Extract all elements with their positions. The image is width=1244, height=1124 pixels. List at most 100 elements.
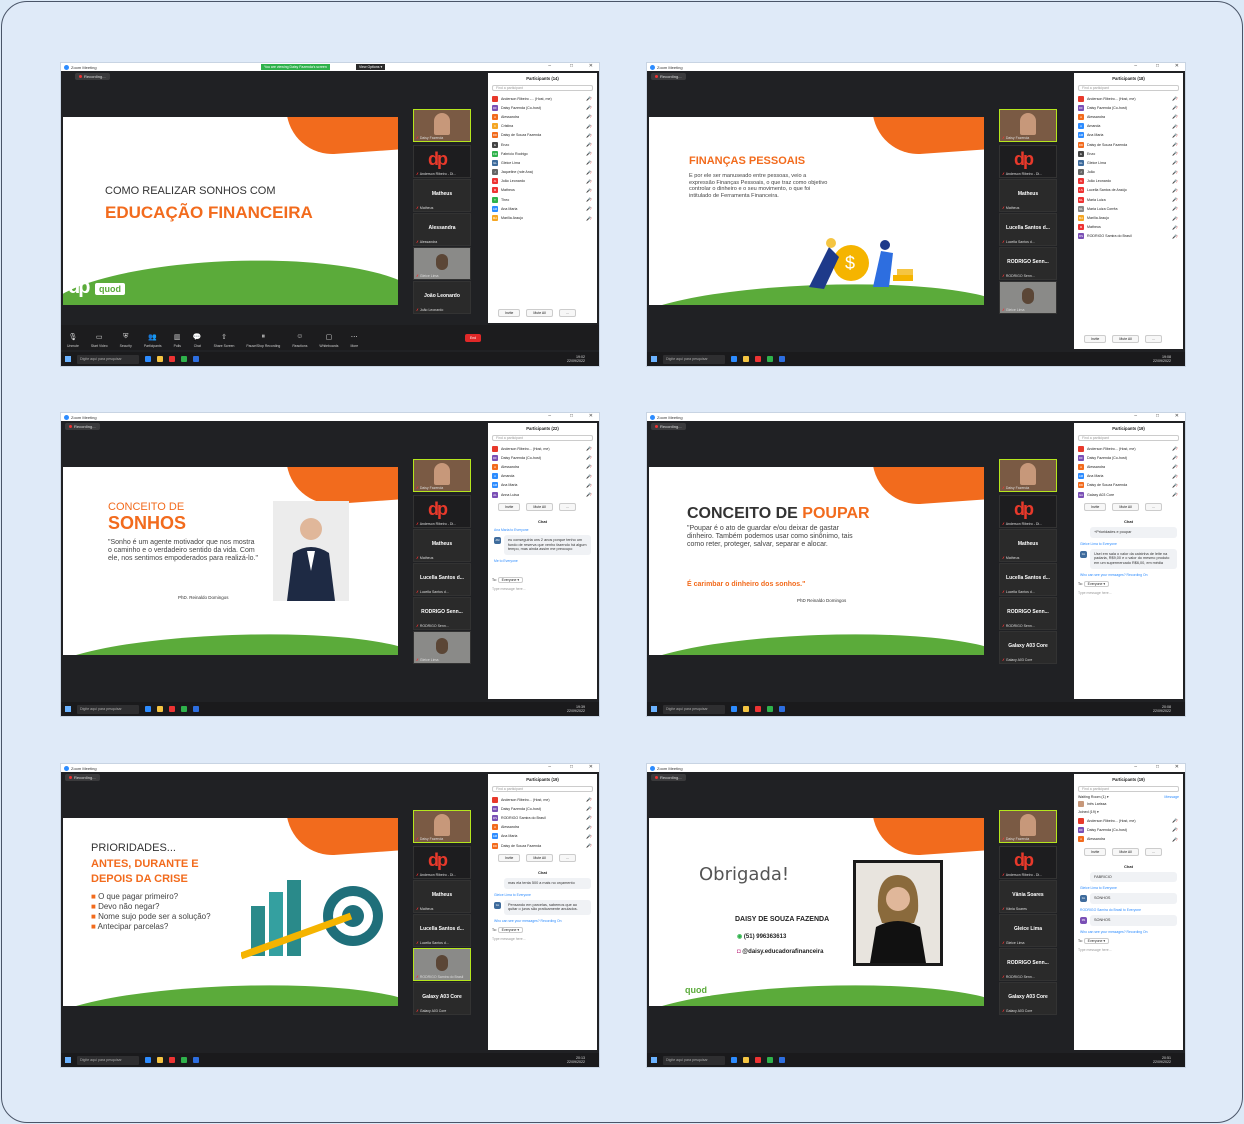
participant-row[interactable]: T Theo 🎤̸ [488, 195, 597, 204]
muted-mic-icon[interactable]: 🎤̸ [1172, 133, 1177, 138]
participant-row[interactable]: RS RODRIGO Samira do Brasil 🎤̸ [488, 813, 597, 822]
video-tile-lucella[interactable]: Lucella Santos d... Lucella Santos d... [413, 563, 471, 596]
video-tile-joao[interactable]: João Leonardo João Leonardo [413, 281, 471, 314]
participant-row[interactable]: MA Marília Araujo 🎤̸ [1074, 213, 1183, 222]
minimize-button[interactable]: – [1134, 63, 1137, 69]
muted-mic-icon[interactable]: 🎤̸ [586, 446, 591, 451]
muted-mic-icon[interactable]: 🎤̸ [1172, 188, 1177, 193]
video-tile-daisy[interactable]: Daisy Fazenda [999, 109, 1057, 142]
more-button[interactable]: ... [1144, 335, 1162, 343]
muted-mic-icon[interactable]: 🎤̸ [586, 834, 591, 839]
video-tile-daisy[interactable]: Daisy Fazenda [413, 459, 471, 492]
recipient-select[interactable]: Everyone ▾ [497, 926, 524, 933]
windows-start-icon[interactable] [651, 356, 657, 362]
muted-mic-icon[interactable]: 🎤̸ [1172, 837, 1177, 842]
participant-row[interactable]: DD Daisy de Souza Fazenda 🎤̸ [488, 841, 597, 850]
chrome-app-icon[interactable] [169, 1057, 175, 1063]
recipient-select[interactable]: Everyone ▾ [497, 576, 524, 583]
muted-mic-icon[interactable]: 🎤̸ [586, 216, 591, 221]
muted-mic-icon[interactable]: 🎤̸ [586, 96, 591, 101]
muted-mic-icon[interactable]: 🎤̸ [1172, 170, 1177, 175]
toolbar-unmute-button[interactable]: 🎙 Unmute [67, 333, 79, 348]
muted-mic-icon[interactable]: 🎤̸ [1172, 197, 1177, 202]
word-app-icon[interactable] [193, 356, 199, 362]
mute-all-button[interactable]: Mute All [1112, 335, 1139, 343]
close-button[interactable]: ✕ [1175, 764, 1179, 770]
participant-row[interactable]: DF Daisy Fazenda (Co-host) 🎤̸ [1074, 453, 1183, 462]
video-tile-rodrigo[interactable]: RODRIGO Samira do Brasil [413, 948, 471, 981]
muted-mic-icon[interactable]: 🎤̸ [586, 142, 591, 147]
video-tile-daisy[interactable]: Daisy Fazenda [413, 810, 471, 843]
zoom-app-icon[interactable] [145, 1057, 151, 1063]
participant-row[interactable]: Anderson Ribeiro... (Host, me) 🎤̸ [1074, 816, 1183, 825]
folder-app-icon[interactable] [157, 356, 163, 362]
video-tile-lucella[interactable]: Lucella Santos d... Lucella Santos d... [999, 563, 1057, 596]
minimize-button[interactable]: – [548, 63, 551, 69]
invite-button[interactable]: Invite [1084, 335, 1107, 343]
taskbar-search[interactable]: Digite aqui para pesquisar [77, 1055, 139, 1065]
taskbar-search[interactable]: Digite aqui para pesquisar [77, 704, 139, 714]
video-tile-galaxy[interactable]: Galaxy A03 Core Galaxy A03 Core [999, 982, 1057, 1015]
maximize-button[interactable]: □ [570, 413, 573, 419]
video-tile-matheus[interactable]: Matheus Matheus [413, 529, 471, 562]
video-tile-gleice[interactable]: Gleice Lima [413, 247, 471, 280]
find-participant-input[interactable]: Find a participant [1078, 786, 1179, 792]
word-app-icon[interactable] [779, 1057, 785, 1063]
toolbar-polls-button[interactable]: ▥ Polls [174, 333, 181, 348]
muted-mic-icon[interactable]: 🎤̸ [586, 114, 591, 119]
participant-row[interactable]: JL João Leonardo 🎤̸ [1074, 177, 1183, 186]
participant-row[interactable]: A Alessandra 🎤̸ [488, 462, 597, 471]
close-button[interactable]: ✕ [589, 413, 593, 419]
video-tile-lucella[interactable]: Lucella Santos d... Lucella Santos d... [999, 213, 1057, 246]
participant-row[interactable]: A Amanda 🎤̸ [1074, 122, 1183, 131]
participant-row[interactable]: GL Gleice Lima 🎤̸ [1074, 158, 1183, 167]
chat-message-input[interactable]: Type message here... [1074, 946, 1183, 954]
invite-button[interactable]: Invite [1084, 847, 1107, 856]
toolbar-whiteboards-button[interactable]: ▢ Whiteboards [319, 333, 338, 348]
mute-all-button[interactable]: Mute All [526, 854, 553, 863]
video-tile-rodrigo[interactable]: RODRIGO Senn... RODRIGO Senn... [999, 948, 1057, 981]
windows-start-icon[interactable] [651, 706, 657, 712]
video-tile-matheus[interactable]: Matheus Matheus [999, 529, 1057, 562]
whatsapp-app-icon[interactable] [767, 1057, 773, 1063]
muted-mic-icon[interactable]: 🎤̸ [586, 151, 591, 156]
muted-mic-icon[interactable]: 🎤̸ [1172, 225, 1177, 230]
video-tile-lucella[interactable]: Lucella Santos d... Lucella Santos d... [413, 914, 471, 947]
video-tile-rodrigo[interactable]: RODRIGO Senn... RODRIGO Senn... [999, 597, 1057, 630]
participant-row[interactable]: AM Ana Maria 🎤̸ [488, 204, 597, 213]
word-app-icon[interactable] [779, 356, 785, 362]
participant-row[interactable]: A Alessandra 🎤̸ [1074, 835, 1183, 844]
waiting-participant[interactable]: Inês Larissa [1074, 799, 1183, 808]
participant-row[interactable]: M Matheus 🎤̸ [488, 186, 597, 195]
taskbar-search[interactable]: Digite aqui para pesquisar [663, 354, 725, 364]
chat-message-input[interactable]: Type message here... [488, 935, 597, 943]
muted-mic-icon[interactable]: 🎤̸ [1172, 142, 1177, 147]
windows-start-icon[interactable] [65, 356, 71, 362]
word-app-icon[interactable] [779, 706, 785, 712]
recording-indicator[interactable]: Recording... [651, 73, 686, 80]
visibility-notice[interactable]: Who can see your messages? Recording On [1074, 928, 1183, 936]
muted-mic-icon[interactable]: 🎤̸ [586, 825, 591, 830]
mute-all-button[interactable]: Mute All [1112, 847, 1139, 856]
participant-row[interactable]: J Jaqueline (nde Ana) 🎤̸ [488, 168, 597, 177]
toolbar-share-screen-button[interactable]: ⇧ Share Screen [214, 333, 235, 348]
taskbar-search[interactable]: Digite aqui para pesquisar [663, 1055, 725, 1065]
chrome-app-icon[interactable] [169, 706, 175, 712]
muted-mic-icon[interactable]: 🎤̸ [1172, 492, 1177, 497]
close-button[interactable]: ✕ [589, 63, 593, 69]
muted-mic-icon[interactable]: 🎤̸ [586, 483, 591, 488]
excel-app-icon[interactable] [181, 356, 187, 362]
taskbar-search[interactable]: Digite aqui para pesquisar [77, 354, 139, 364]
minimize-button[interactable]: – [1134, 413, 1137, 419]
participant-row[interactable]: GL Gleice Lima 🎤̸ [488, 158, 597, 167]
participant-row[interactable]: Anderson Ribeiro... (Host, me) 🎤̸ [488, 444, 597, 453]
folder-app-icon[interactable] [743, 706, 749, 712]
participant-row[interactable]: DF Daisy Fazenda (Co-host) 🎤̸ [488, 804, 597, 813]
recipient-select[interactable]: Everyone ▾ [1083, 580, 1110, 587]
excel-app-icon[interactable] [767, 356, 773, 362]
participant-row[interactable]: Anderson Ribeiro... (Host, me) 🎤̸ [1074, 444, 1183, 453]
minimize-button[interactable]: – [548, 764, 551, 770]
participant-row[interactable]: MA Marília Araujo 🎤̸ [488, 213, 597, 222]
participant-row[interactable]: A Amanda 🎤̸ [488, 472, 597, 481]
view-options-button[interactable]: View Options ▾ [356, 64, 386, 70]
